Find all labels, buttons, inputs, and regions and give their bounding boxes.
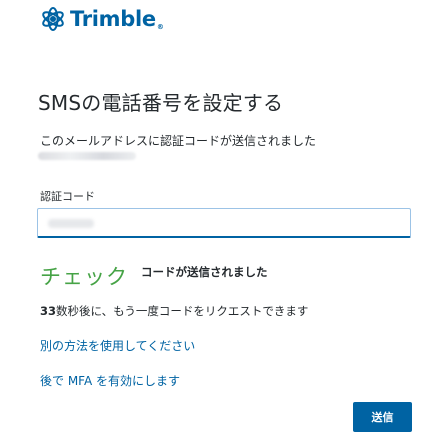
use-alternate-method-link[interactable]: 別の方法を使用してください <box>40 337 195 354</box>
trademark: ® <box>156 23 164 31</box>
verification-code-label: 認証コード <box>40 190 95 203</box>
code-sent-notice: このメールアドレスに認証コードが送信されました <box>40 134 317 148</box>
resend-seconds: 33 <box>40 304 57 318</box>
page-title: SMSの電話番号を設定する <box>38 91 284 115</box>
brand-name: Trimble® <box>70 7 164 31</box>
verification-code-input[interactable] <box>37 208 411 238</box>
resend-countdown: 33数秒後に、もう一度コードをリクエストできます <box>40 303 308 319</box>
masked-email-address <box>38 152 136 160</box>
code-sent-status: コードが送信されました <box>141 265 268 279</box>
submit-button[interactable]: 送信 <box>353 402 412 432</box>
enable-mfa-later-link[interactable]: 後で MFA を有効にします <box>40 372 180 389</box>
trimble-logo: Trimble® <box>40 6 164 32</box>
check-status: チェック <box>40 265 128 289</box>
trimble-globe-icon <box>42 7 64 31</box>
resend-text: 数秒後に、もう一度コードをリクエストできます <box>56 304 309 318</box>
